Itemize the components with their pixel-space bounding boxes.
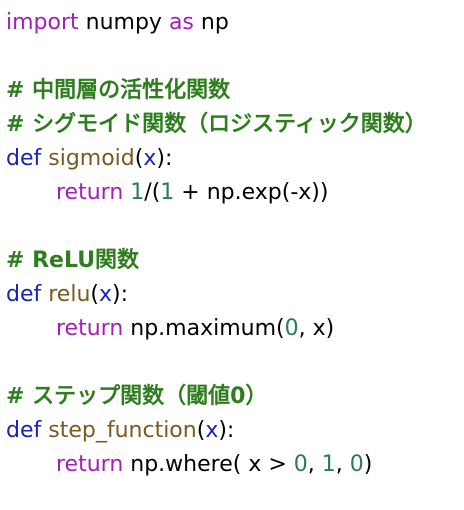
parameter-x: x xyxy=(143,146,157,171)
separator-text: , xyxy=(307,452,322,477)
keyword-return: return xyxy=(56,452,124,477)
keyword-def: def xyxy=(6,418,42,443)
parameter-x: x xyxy=(205,418,219,443)
code-line-sigmoid-return: return 1/(1 + np.exp(-x)) xyxy=(6,176,328,210)
code-line-step-return: return np.where( x > 0, 1, 0) xyxy=(6,448,372,482)
number-literal: 0 xyxy=(293,452,308,477)
comment-step: # ステップ関数（閾値0） xyxy=(6,384,268,409)
paren-close: ) xyxy=(363,452,373,477)
function-name-step: step_function xyxy=(48,418,197,443)
operator-text: /( xyxy=(144,180,161,205)
code-line-relu-return: return np.maximum(0, x) xyxy=(6,312,334,346)
paren-close: ): xyxy=(156,146,173,171)
number-literal: 1 xyxy=(130,180,145,205)
module-name: numpy xyxy=(78,10,169,35)
expression-text: + np.exp(-x)) xyxy=(174,180,329,205)
paren-open: ( xyxy=(90,282,99,307)
number-literal: 0 xyxy=(284,316,299,341)
comment-activation: # 中間層の活性化関数 xyxy=(6,78,231,103)
code-line-step-def: def step_function(x): xyxy=(6,414,234,448)
code-line-sigmoid-def: def sigmoid(x): xyxy=(6,142,172,176)
function-name-relu: relu xyxy=(48,282,91,307)
expression-text: , x) xyxy=(298,316,335,341)
code-line-relu-def: def relu(x): xyxy=(6,278,128,312)
separator-text: , xyxy=(335,452,350,477)
parameter-x: x xyxy=(99,282,113,307)
function-name-sigmoid: sigmoid xyxy=(48,146,135,171)
code-line-import: import numpy as np xyxy=(6,6,229,40)
keyword-def: def xyxy=(6,282,42,307)
keyword-as: as xyxy=(168,10,194,35)
module-alias: np xyxy=(193,10,229,35)
keyword-def: def xyxy=(6,146,42,171)
paren-close: ): xyxy=(112,282,129,307)
keyword-return: return xyxy=(56,316,124,341)
keyword-import: import xyxy=(6,10,79,35)
number-literal: 1 xyxy=(321,452,336,477)
code-editor[interactable]: import numpy as np # 中間層の活性化関数 # シグモイド関数… xyxy=(0,0,464,510)
keyword-return: return xyxy=(56,180,124,205)
number-literal: 0 xyxy=(349,452,364,477)
comment-relu: # ReLU関数 xyxy=(6,248,140,273)
number-literal: 1 xyxy=(160,180,175,205)
comment-sigmoid: # シグモイド関数（ロジスティック関数） xyxy=(6,112,427,137)
paren-close: ): xyxy=(218,418,235,443)
expression-text: np.where( x > xyxy=(123,452,294,477)
expression-text: np.maximum( xyxy=(123,316,285,341)
